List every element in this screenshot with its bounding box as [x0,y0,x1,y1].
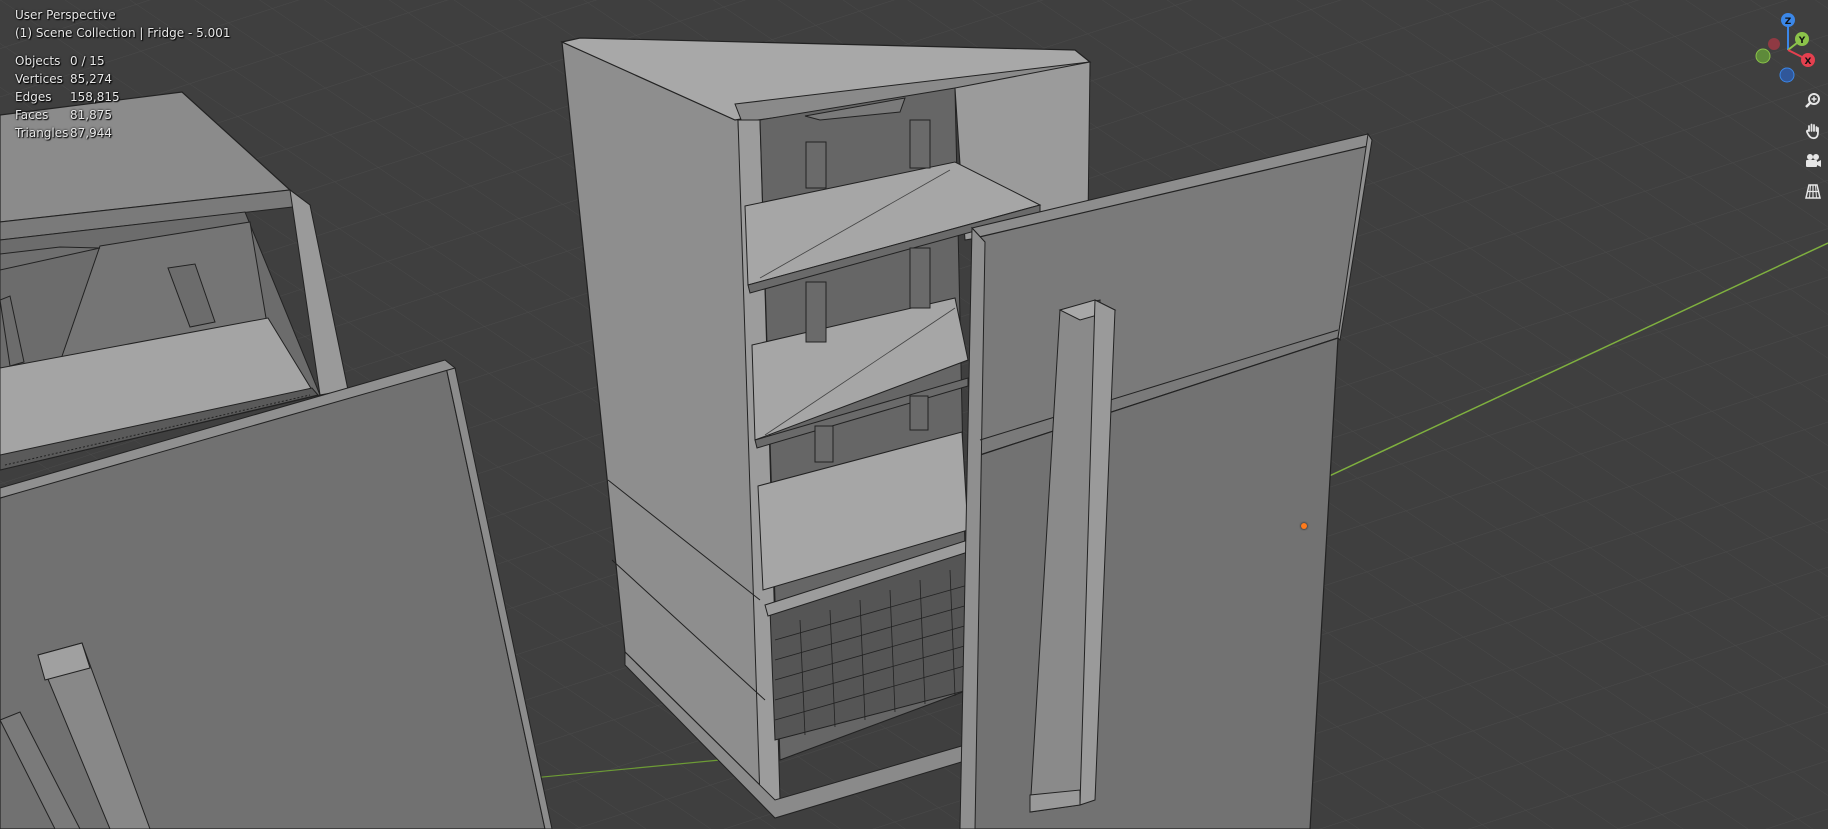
ortho-toggle-button[interactable] [1800,178,1826,204]
3d-viewport[interactable] [0,0,1828,829]
y-axis-label: Y [1798,36,1806,46]
navigation-gizmo[interactable]: Z Y X [1750,10,1820,90]
x-axis-label: X [1805,57,1812,67]
ortho-grid-icon [1805,184,1821,199]
zoom-button[interactable] [1800,88,1826,114]
camera-icon [1806,154,1821,167]
viewport-navigation-tools [1800,88,1828,208]
camera-view-button[interactable] [1800,148,1826,174]
neg-y-axis-handle [1755,48,1771,64]
hand-pan-icon [1806,123,1819,140]
fridge-door [959,132,1373,829]
neg-z-axis-handle [1779,67,1795,83]
object-origin-dot [1301,523,1307,529]
z-axis-label: Z [1785,17,1792,27]
zoom-icon [1805,93,1820,108]
scene-canvas[interactable] [0,0,1828,829]
neg-x-axis-handle [1768,38,1780,50]
pan-button[interactable] [1800,118,1826,144]
